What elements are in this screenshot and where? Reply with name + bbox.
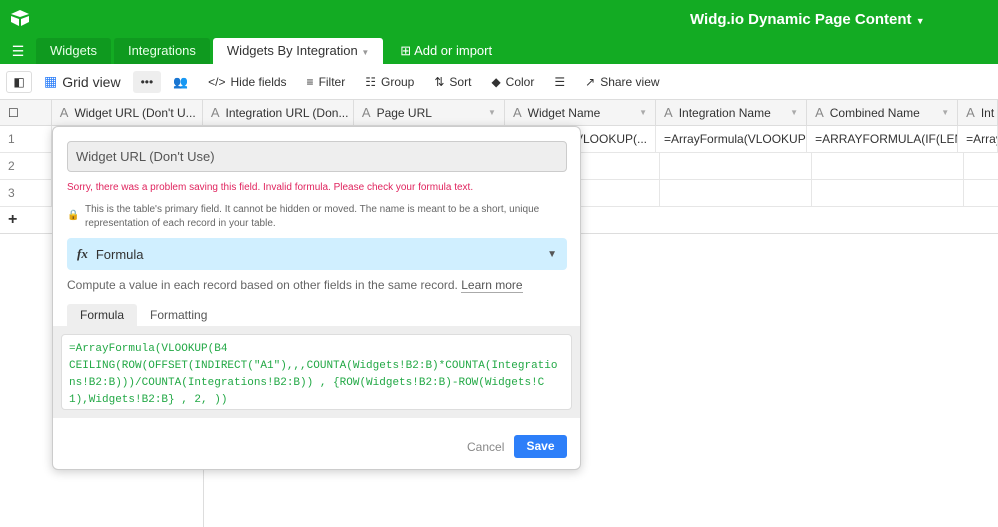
sort-icon: ⇅ [434,74,445,89]
eye-slash-icon: </> [208,74,226,89]
row-height-icon[interactable]: ☰ [546,71,573,93]
share-view-button[interactable]: ↗ Share view [577,71,667,93]
tab-formula[interactable]: Formula [67,304,138,326]
text-field-icon: A [815,105,824,120]
collaborators-icon[interactable]: 👥 [165,71,196,93]
filter-icon: ≡ [306,74,314,89]
app-header: Widg.io Dynamic Page Content ▼ ☰ Widgets… [0,0,998,64]
column-header[interactable]: A Page URL ▼ [354,100,505,125]
text-field-icon: A [59,105,69,120]
view-toolbar: ◧ ▦ Grid view ••• 👥 </> Hide fields ≡ Filte… [0,64,998,100]
base-title[interactable]: Widg.io Dynamic Page Content ▼ [690,11,925,28]
grid-icon: ▦ [44,73,58,89]
error-message: Sorry, there was a problem saving this f… [67,182,474,193]
field-editor-dialog: Widget URL (Don't Use) Sorry, there was … [52,126,581,470]
chevron-down-icon[interactable]: ▼ [790,108,798,117]
chevron-down-icon[interactable]: ▼ [941,108,949,117]
text-field-icon: A [512,105,522,120]
field-type-select[interactable]: fx Formula ▼ [67,238,567,270]
text-field-icon: A [664,105,673,120]
paint-bucket-icon: ◆ [491,74,501,89]
column-header[interactable]: A Int [958,100,998,125]
chevron-down-icon: ▼ [361,48,370,57]
field-name-input[interactable]: Widget URL (Don't Use) [67,141,567,172]
group-button[interactable]: ☷ Group [357,71,422,93]
tab-integrations[interactable]: Integrations [113,38,210,64]
learn-more-link[interactable]: Learn more [461,278,523,293]
select-all-checkbox[interactable]: ☐ [0,100,52,125]
plus-square-icon: ⊞ [400,43,412,58]
hide-fields-button[interactable]: </> Hide fields [200,71,294,93]
airtable-logo-icon[interactable] [10,10,30,26]
tab-formatting[interactable]: Formatting [137,304,220,326]
formula-icon: fx [77,246,88,261]
text-field-icon: A [361,105,371,120]
hamburger-menu-icon[interactable]: ☰ [0,38,36,64]
more-options-icon[interactable]: ••• [132,70,162,93]
chevron-down-icon[interactable]: ▼ [488,108,496,117]
color-button[interactable]: ◆ Color [483,71,542,93]
cell[interactable]: =ArrayFormula(VLOOKUP(... [656,126,808,152]
column-header[interactable]: AIntegration URL (Don...▼ [203,100,354,125]
row-number: 3 [0,180,52,206]
cell[interactable]: =Array [958,126,998,152]
chevron-down-icon: ▼ [915,16,925,26]
formula-input[interactable]: =ArrayFormula(VLOOKUP(B4 CEILING(ROW(OFF… [61,334,572,410]
save-button[interactable]: Save [514,435,567,458]
grid-header: ☐ AWidget URL (Don't U...▼ AIntegration … [0,100,998,126]
add-or-import-button[interactable]: ⊞ Add or import [386,38,506,64]
cancel-button[interactable]: Cancel [467,440,504,454]
group-icon: ☷ [365,74,376,89]
lock-icon: 🔒 [67,210,80,221]
field-type-description: Compute a value in each record based on … [67,278,523,293]
tab-widgets[interactable]: Widgets [36,38,111,64]
chevron-down-icon[interactable]: ▼ [639,108,647,117]
text-field-icon: A [966,105,975,120]
text-field-icon: A [210,105,220,120]
sidebar-toggle-icon[interactable]: ◧ [6,70,32,93]
cell[interactable]: =ARRAYFORMULA(IF(LEN(... [807,126,959,152]
column-header[interactable]: AWidget URL (Don't U...▼ [52,100,203,125]
filter-button[interactable]: ≡ Filter [299,71,354,93]
row-number: 1 [0,126,52,152]
row-number: 2 [0,153,52,179]
sort-button[interactable]: ⇅ Sort [426,71,479,93]
column-header[interactable]: A Widget Name ▼ [505,100,657,125]
primary-field-note: 🔒 This is the table's primary field. It c… [67,204,540,229]
column-header[interactable]: A Combined Name ▼ [807,100,959,125]
column-header[interactable]: A Integration Name ▼ [656,100,808,125]
view-switcher[interactable]: ▦ Grid view [36,69,129,94]
share-icon: ↗ [585,74,596,89]
chevron-down-icon: ▼ [547,248,557,260]
tab-widgets-by-integration[interactable]: Widgets By Integration ▼ [212,38,384,64]
